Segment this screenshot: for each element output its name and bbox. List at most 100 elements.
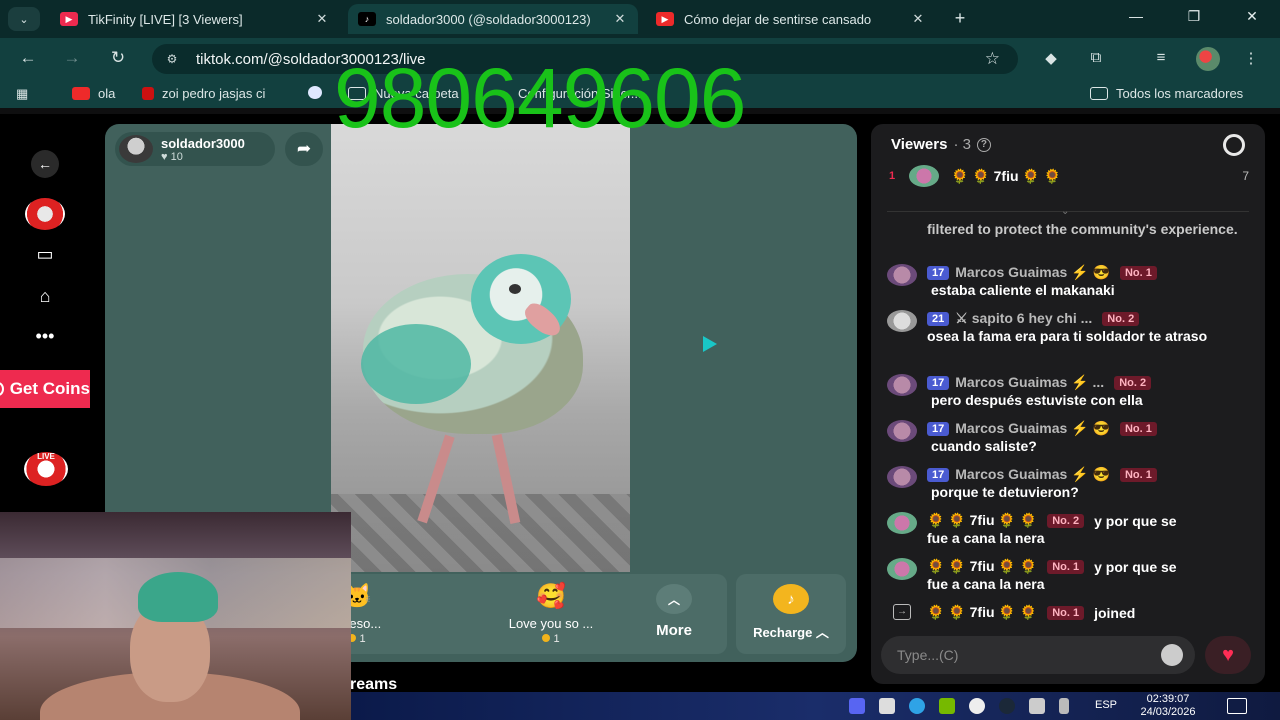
media-control-icon[interactable]: ≡ xyxy=(1150,49,1172,66)
restore-button[interactable]: ❐ xyxy=(1182,8,1206,25)
more-label: More xyxy=(656,622,692,639)
chat-message: 🌻 🌻 7fiu 🌻 🌻 No. 1 y por que se fue a ca… xyxy=(887,558,1249,593)
live-badge[interactable]: LIVE xyxy=(24,452,68,486)
user-avatar[interactable] xyxy=(887,558,917,580)
level-badge: 17 xyxy=(927,467,950,482)
chevron-up-icon: ︿ xyxy=(656,584,692,614)
chat-message: 17 Marcos Guaimas ⚡ ... No. 2 pero despu… xyxy=(887,374,1249,409)
folder-icon xyxy=(1090,87,1108,100)
settings-gear-icon[interactable] xyxy=(1223,134,1245,156)
user-avatar[interactable] xyxy=(887,374,917,396)
netflix-icon xyxy=(142,87,154,100)
back-arrow-icon[interactable]: ← xyxy=(31,150,59,178)
discord-icon[interactable] xyxy=(849,698,865,714)
more-gifts-button[interactable]: ︿ More xyxy=(641,584,707,639)
host-name: soldador3000 xyxy=(161,135,245,151)
host-avatar[interactable] xyxy=(119,135,153,163)
username[interactable]: ⚔ sapito 6 hey chi ... xyxy=(955,310,1092,327)
tab-tiktok-live[interactable]: ♪ soldador3000 (@soldador3000123) ✕ xyxy=(348,4,638,34)
minimize-button[interactable]: — xyxy=(1124,8,1148,24)
gift-love-you[interactable]: 🥰 Love you so ... 1 xyxy=(481,582,621,645)
live-video-feed[interactable] xyxy=(331,124,630,572)
user-avatar[interactable] xyxy=(887,420,917,442)
volume-icon[interactable] xyxy=(879,698,895,714)
recharge-button[interactable]: ♪ Recharge ︿ xyxy=(736,574,846,654)
tab-search-button[interactable]: ⌄ xyxy=(8,7,40,31)
username[interactable]: Marcos Guaimas ⚡ 😎 xyxy=(955,466,1110,483)
recharge-label: Recharge xyxy=(753,625,813,640)
close-window-button[interactable]: ✕ xyxy=(1240,8,1264,25)
close-tab-icon[interactable]: ✕ xyxy=(314,11,330,27)
extension-icon[interactable]: ◆ xyxy=(1040,49,1062,67)
usb-icon[interactable] xyxy=(1059,698,1069,714)
bookmark-ola[interactable]: ola xyxy=(72,86,115,101)
host-likes: ♥ 10 xyxy=(161,150,183,163)
puzzle-icon[interactable]: ⧉ xyxy=(1085,49,1107,66)
live-badge-label: LIVE xyxy=(37,452,55,461)
user-avatar[interactable] xyxy=(887,310,917,332)
rank-badge: No. 1 xyxy=(1047,559,1085,574)
chat-message: 21 ⚔ sapito 6 hey chi ... No. 2 osea la … xyxy=(887,310,1249,345)
nvidia-icon[interactable] xyxy=(939,698,955,714)
user-avatar[interactable] xyxy=(887,466,917,488)
tab-title: Cómo dejar de sentirse cansado xyxy=(684,11,872,27)
channel-logo[interactable] xyxy=(25,198,65,230)
live-chat-panel: Viewers · 3? 1 🌻 🌻 7fiu 🌻 🌻 7 ⌄ filtered … xyxy=(871,124,1265,684)
tab-youtube-video[interactable]: ▶ Cómo dejar de sentirse cansado ✕ xyxy=(646,4,936,34)
profile-avatar[interactable] xyxy=(1196,47,1220,71)
viewers-header[interactable]: Viewers · 3? xyxy=(891,136,991,153)
top-viewer-row[interactable]: 1 🌻 🌻 7fiu 🌻 🌻 7 xyxy=(889,164,1249,188)
chevron-down-icon[interactable]: ⌄ xyxy=(1061,206,1069,217)
close-tab-icon[interactable]: ✕ xyxy=(612,11,628,27)
network-icon[interactable] xyxy=(1029,698,1045,714)
system-clock[interactable]: 02:39:07 24/03/2026 xyxy=(1133,693,1203,719)
live-play-icon[interactable]: ⌂ xyxy=(28,282,62,310)
obs-icon[interactable] xyxy=(969,698,985,714)
new-tab-button[interactable]: + xyxy=(950,8,970,29)
close-tab-icon[interactable]: ✕ xyxy=(910,11,926,27)
join-message: → 🌻 🌻 7fiu 🌻 🌻 No. 1 joined xyxy=(887,604,1249,621)
join-icon: → xyxy=(893,604,911,620)
host-likes-count: 10 xyxy=(170,150,183,163)
username[interactable]: 🌻 🌻 7fiu 🌻 🌻 xyxy=(927,512,1037,529)
message-text: estaba caliente el makanaki xyxy=(931,282,1115,298)
apps-grid-icon[interactable]: ▦ xyxy=(16,86,28,102)
clock-date: 24/03/2026 xyxy=(1140,706,1196,718)
steam-icon[interactable] xyxy=(999,698,1015,714)
username[interactable]: 🌻 🌻 7fiu 🌻 🌻 xyxy=(927,604,1037,621)
video-camera-icon[interactable]: ▭ xyxy=(28,240,62,268)
join-text: joined xyxy=(1094,604,1136,621)
info-icon[interactable]: ? xyxy=(976,138,991,153)
forward-arrow-icon[interactable]: → xyxy=(60,48,84,68)
bookmark-netflix[interactable]: zoi pedro jasjas ci xyxy=(142,86,265,101)
reload-icon[interactable]: ↻ xyxy=(106,48,130,68)
get-coins-button[interactable]: Get Coins xyxy=(0,370,90,408)
language-indicator[interactable]: ESP xyxy=(1095,699,1117,711)
notification-icon[interactable] xyxy=(1227,698,1247,714)
back-arrow-icon[interactable]: ← xyxy=(16,48,40,68)
username[interactable]: Marcos Guaimas ⚡ ... xyxy=(955,374,1104,391)
user-avatar[interactable] xyxy=(887,512,917,534)
site-settings-icon[interactable]: ⚙ xyxy=(162,52,182,66)
username[interactable]: Marcos Guaimas ⚡ 😎 xyxy=(955,264,1110,281)
user-avatar[interactable] xyxy=(887,264,917,286)
username[interactable]: 🌻 🌻 7fiu 🌻 🌻 xyxy=(927,558,1037,575)
more-dots-icon[interactable]: ••• xyxy=(28,322,62,350)
gift-name: Love you so ... xyxy=(508,616,594,631)
all-bookmarks-folder[interactable]: Todos los marcadores xyxy=(1090,86,1243,101)
webcam-person-hair xyxy=(138,572,218,622)
tab-tikfinity[interactable]: ▶ TikFinity [LIVE] [3 Viewers] ✕ xyxy=(50,4,340,34)
share-arrow-icon[interactable]: ➦ xyxy=(285,132,323,166)
emoji-icon[interactable] xyxy=(1161,644,1183,666)
chat-input[interactable]: Type...(C) xyxy=(881,636,1195,674)
skype-icon[interactable] xyxy=(909,698,925,714)
bookmark-star-icon[interactable]: ☆ xyxy=(985,49,1000,69)
rank-badge: No. 1 xyxy=(1047,605,1085,620)
message-text: osea la fama era para ti soldador te atr… xyxy=(927,328,1208,344)
rank-badge: No. 1 xyxy=(1119,421,1157,436)
bookmark-blue[interactable] xyxy=(308,86,330,99)
menu-kebab-icon[interactable]: ⋮ xyxy=(1240,49,1262,67)
like-heart-button[interactable]: ♥ xyxy=(1205,636,1251,674)
host-info[interactable]: soldador3000 ♥ 10 xyxy=(115,132,275,166)
username[interactable]: Marcos Guaimas ⚡ 😎 xyxy=(955,420,1110,437)
